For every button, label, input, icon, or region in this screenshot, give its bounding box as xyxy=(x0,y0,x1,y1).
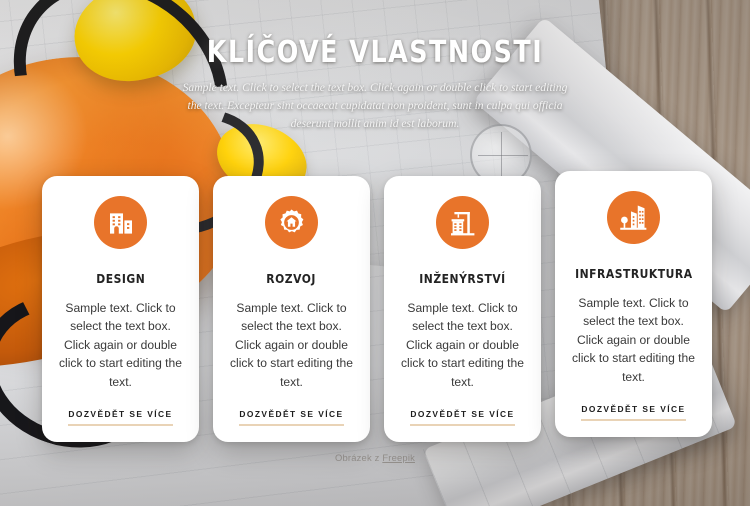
construction-crane-icon xyxy=(436,196,489,249)
page-title: KLÍČOVÉ VLASTNOSTI xyxy=(206,35,544,70)
learn-more-link[interactable]: DOZVĚDĚT SE VÍCE xyxy=(410,409,515,426)
image-credit-prefix: Obrázek z xyxy=(335,452,383,463)
image-credit: Obrázek z Freepik xyxy=(0,452,750,463)
feature-card-text: Sample text. Click to select the text bo… xyxy=(400,301,524,389)
learn-more-link[interactable]: DOZVĚDĚT SE VÍCE xyxy=(239,409,344,426)
feature-card-inzenyrstvi[interactable]: INŽENÝRSTVÍ Sample text. Click to select… xyxy=(384,176,541,442)
page-root: KLÍČOVÉ VLASTNOSTI Sample text. Click to… xyxy=(0,0,750,506)
learn-more-link[interactable]: DOZVĚDĚT SE VÍCE xyxy=(581,404,686,421)
page-subtitle: Sample text. Click to select the text bo… xyxy=(182,80,568,131)
feature-card-text: Sample text. Click to select the text bo… xyxy=(58,301,182,389)
freepik-link[interactable]: Freepik xyxy=(382,452,415,463)
feature-card-title: DESIGN xyxy=(95,271,146,286)
feature-card-infrastruktura[interactable]: INFRASTRUKTURA Sample text. Click to sel… xyxy=(555,171,712,437)
gear-house-icon xyxy=(265,196,318,249)
feature-card-design[interactable]: DESIGN Sample text. Click to select the … xyxy=(42,176,199,442)
page-header: KLÍČOVÉ VLASTNOSTI Sample text. Click to… xyxy=(0,36,750,134)
office-buildings-icon xyxy=(94,196,147,249)
feature-card-title: INŽENÝRSTVÍ xyxy=(419,271,506,286)
feature-card-row: DESIGN Sample text. Click to select the … xyxy=(42,171,712,442)
feature-card-rozvoj[interactable]: ROZVOJ Sample text. Click to select the … xyxy=(213,176,370,442)
feature-card-title: ROZVOJ xyxy=(266,271,317,286)
city-skyline-icon xyxy=(607,191,660,244)
feature-card-text: Sample text. Click to select the text bo… xyxy=(229,301,353,389)
learn-more-link[interactable]: DOZVĚDĚT SE VÍCE xyxy=(68,409,173,426)
feature-card-text: Sample text. Click to select the text bo… xyxy=(571,296,695,384)
feature-card-title: INFRASTRUKTURA xyxy=(574,266,693,281)
